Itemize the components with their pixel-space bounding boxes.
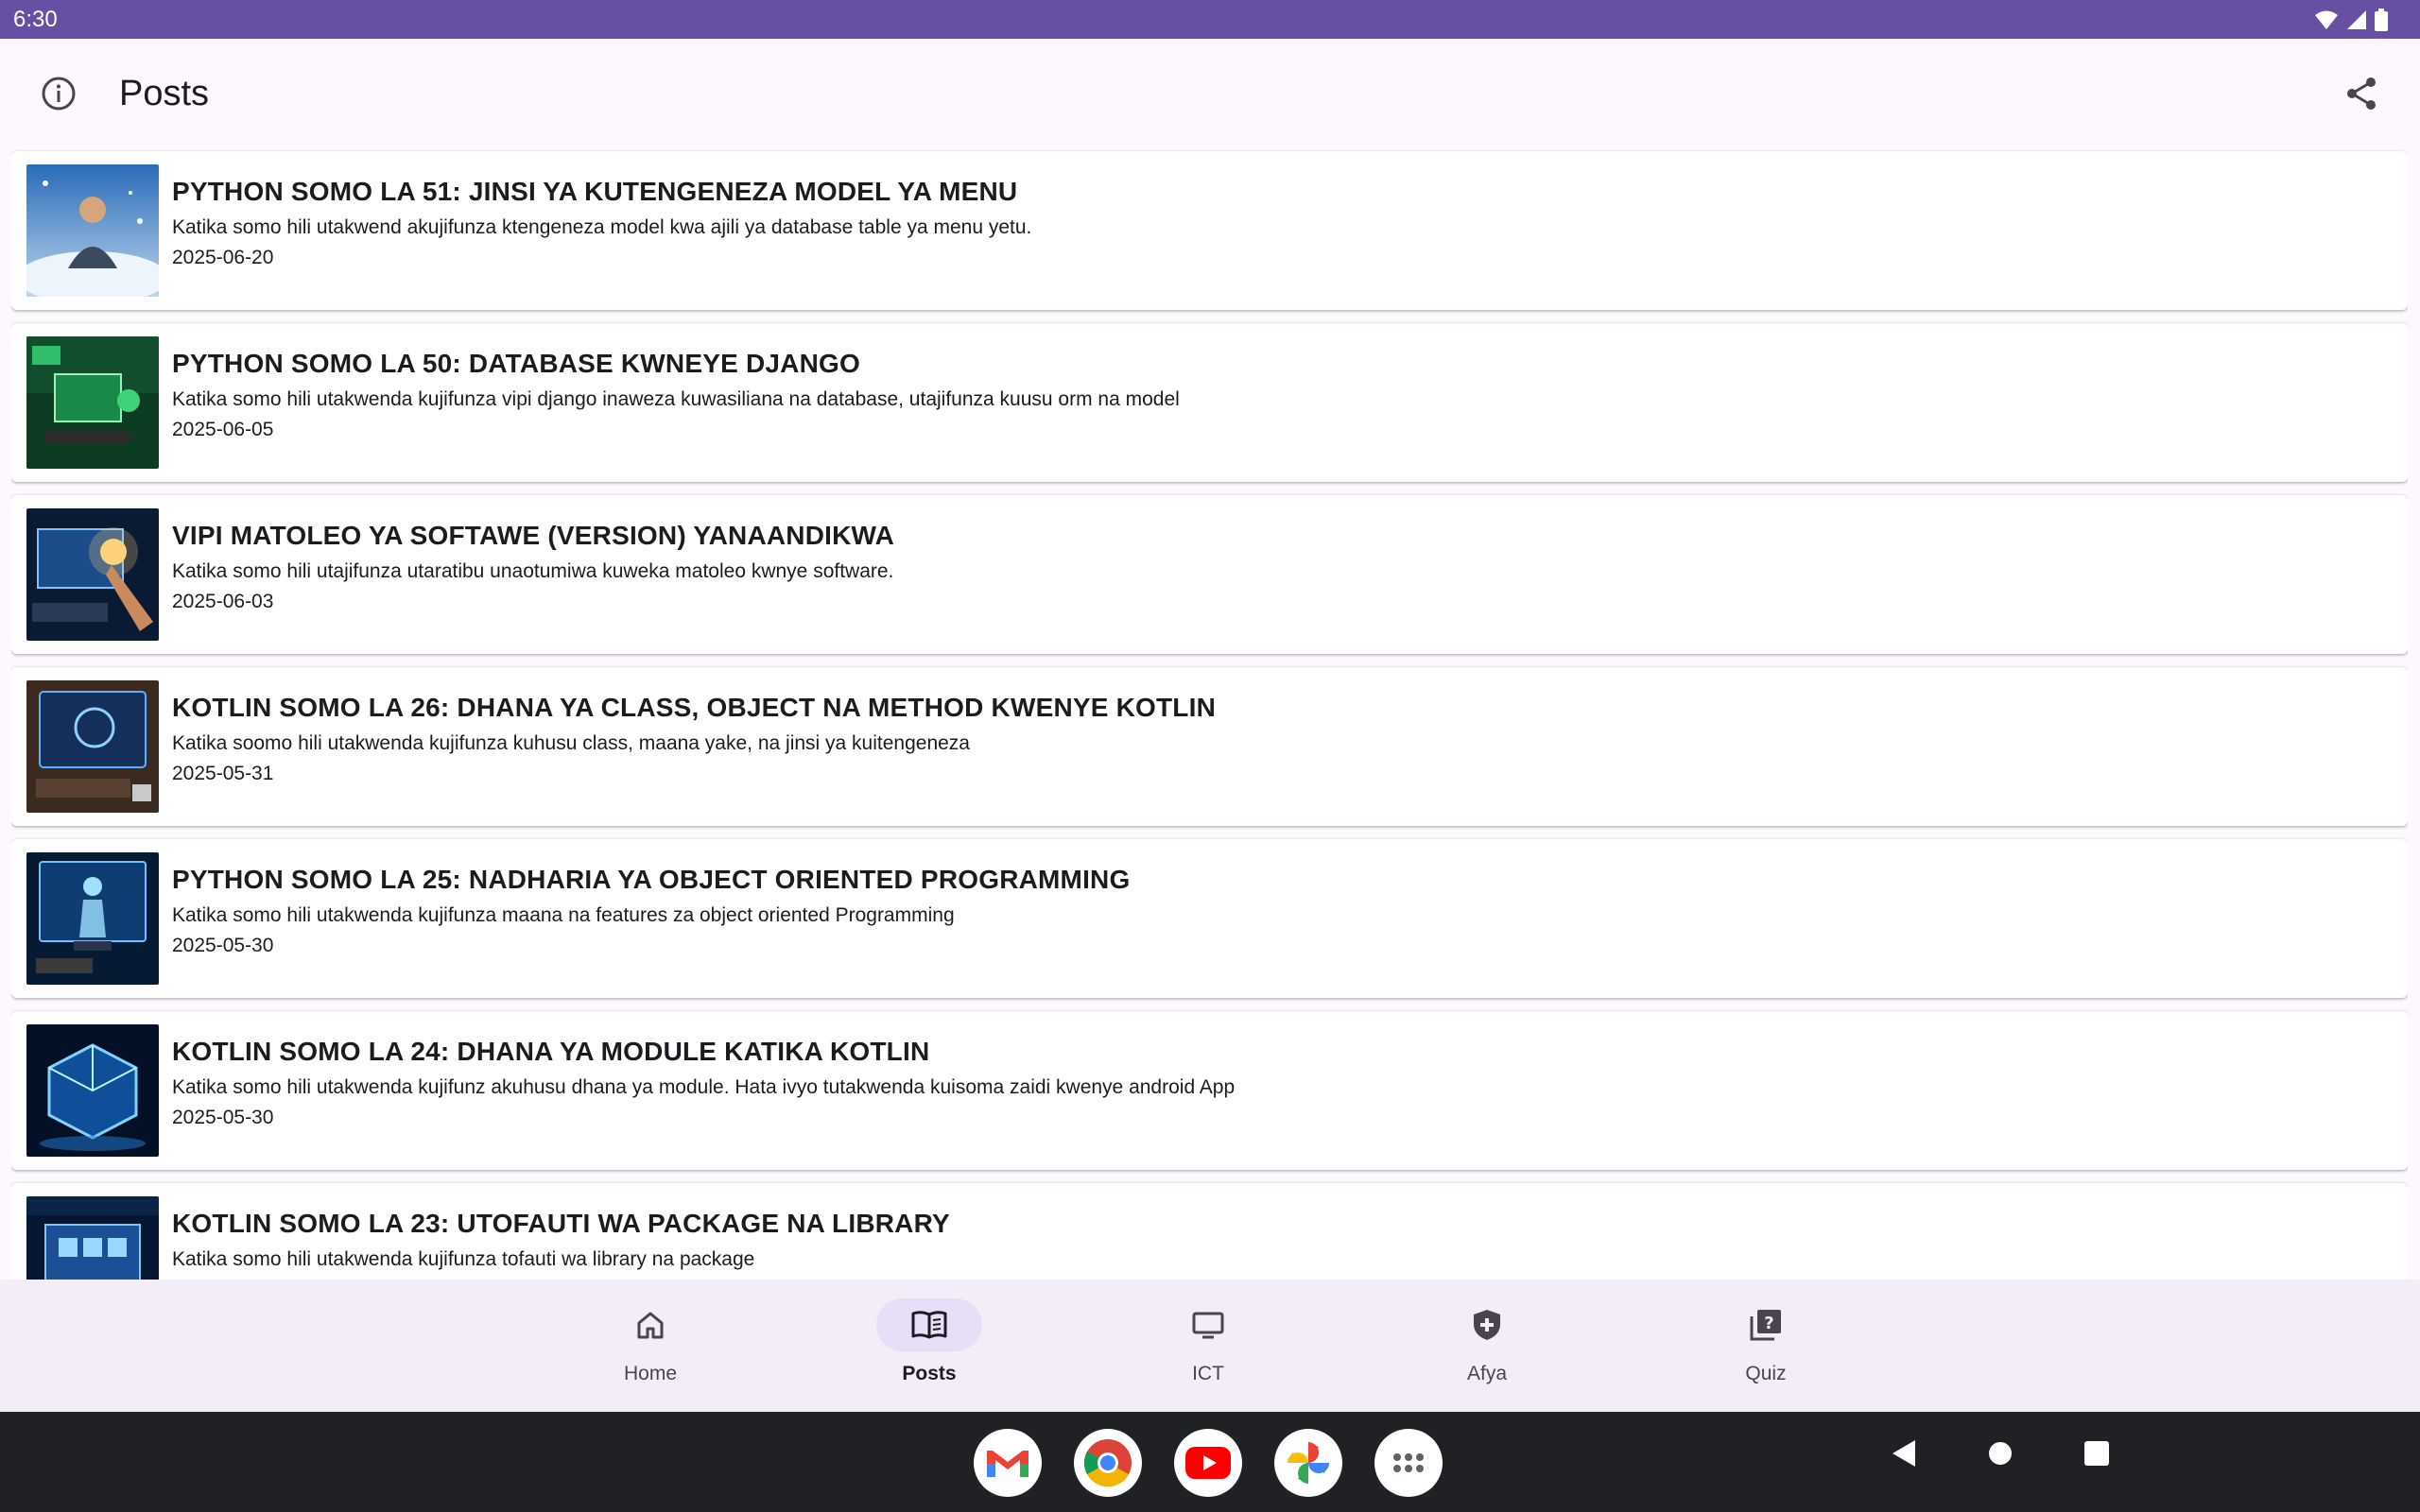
youtube-icon (1185, 1447, 1231, 1479)
info-icon (42, 77, 76, 111)
post-list[interactable]: PYTHON SOMO LA 51: JINSI YA KUTENGENEZA … (11, 149, 2408, 1280)
post-card[interactable]: KOTLIN SOMO LA 23: UTOFAUTI WA PACKAGE N… (11, 1183, 2408, 1280)
chrome-app[interactable] (1074, 1429, 1142, 1497)
post-card[interactable]: PYTHON SOMO LA 51: JINSI YA KUTENGENEZA … (11, 151, 2408, 310)
post-card[interactable]: KOTLIN SOMO LA 24: DHANA YA MODULE KATIK… (11, 1011, 2408, 1170)
nav-label: Posts (902, 1363, 957, 1384)
post-card[interactable]: PYTHON SOMO LA 25: NADHARIA YA OBJECT OR… (11, 839, 2408, 998)
chrome-icon (1083, 1439, 1132, 1487)
photos-icon (1288, 1442, 1329, 1484)
status-icons (2314, 8, 2407, 31)
nav-label: Quiz (1745, 1363, 1787, 1384)
system-keys (1891, 1438, 2110, 1469)
post-description: Katika somo hili utajifunza utaratibu un… (172, 560, 894, 582)
page-title: Posts (119, 73, 210, 113)
share-icon (2347, 77, 2376, 110)
moon-icon (2276, 78, 2291, 109)
status-time: 6:30 (13, 6, 58, 32)
youtube-app[interactable] (1174, 1429, 1242, 1497)
post-description: Katika somo hili utakwend akujifunza kte… (172, 216, 1032, 238)
nav-label: ICT (1192, 1363, 1224, 1384)
post-date: 2025-05-31 (172, 763, 274, 784)
home-circle-icon[interactable] (1987, 1440, 2014, 1467)
post-thumbnail (26, 508, 159, 641)
post-date: 2025-05-30 (172, 1107, 274, 1128)
book-icon (911, 1311, 947, 1339)
nav-item-ict[interactable]: ICT (1142, 1298, 1274, 1402)
recents-icon[interactable] (2083, 1440, 2110, 1467)
nav-item-home[interactable]: Home (584, 1298, 717, 1402)
post-date: 2025-06-05 (172, 419, 274, 440)
post-title: KOTLIN SOMO LA 23: UTOFAUTI WA PACKAGE N… (172, 1209, 950, 1238)
post-thumbnail (26, 336, 159, 469)
nav-item-afya[interactable]: Afya (1421, 1298, 1553, 1402)
app-drawer[interactable] (1374, 1429, 1443, 1497)
post-card[interactable]: KOTLIN SOMO LA 26: DHANA YA CLASS, OBJEC… (11, 667, 2408, 826)
battery-icon (2375, 8, 2388, 31)
post-thumbnail (26, 164, 159, 297)
post-description: Katika somo hili utakwenda kujifunz akuh… (172, 1076, 1236, 1098)
signal-icon (2347, 9, 2366, 29)
nav-item-quiz[interactable]: ? Quiz (1700, 1298, 1832, 1402)
post-title: PYTHON SOMO LA 25: NADHARIA YA OBJECT OR… (172, 865, 1131, 894)
post-description: Katika somo hili utakwenda kujifunza tof… (172, 1248, 755, 1270)
post-description: Katika somo hili utakwenda kujifunza vip… (172, 388, 1180, 410)
post-date: 2025-06-03 (172, 591, 274, 612)
nav-label: Home (623, 1363, 678, 1384)
dark-mode-button[interactable] (2256, 67, 2308, 120)
share-button[interactable] (2335, 67, 2388, 120)
app-grid-icon (1393, 1453, 1424, 1472)
info-button[interactable] (32, 67, 85, 120)
monitor-icon (1192, 1312, 1224, 1339)
post-description: Katika soomo hili utakwenda kujifunza ku… (172, 732, 970, 754)
nav-item-posts[interactable]: Posts (863, 1298, 995, 1402)
app-dock (974, 1429, 1443, 1497)
back-icon[interactable] (1891, 1438, 1917, 1469)
post-description: Katika somo hili utakwenda kujifunza maa… (172, 904, 955, 926)
post-title: KOTLIN SOMO LA 24: DHANA YA MODULE KATIK… (172, 1037, 930, 1066)
gmail-app[interactable] (974, 1429, 1042, 1497)
quiz-icon: ? (1750, 1310, 1781, 1341)
post-title: PYTHON SOMO LA 50: DATABASE KWNEYE DJANG… (172, 349, 860, 378)
post-card[interactable]: PYTHON SOMO LA 50: DATABASE KWNEYE DJANG… (11, 323, 2408, 482)
post-title: KOTLIN SOMO LA 26: DHANA YA CLASS, OBJEC… (172, 693, 1217, 722)
post-title: PYTHON SOMO LA 51: JINSI YA KUTENGENEZA … (172, 177, 1018, 206)
nav-label: Afya (1466, 1363, 1508, 1384)
post-date: 2025-06-20 (172, 247, 274, 268)
post-thumbnail (26, 1024, 159, 1157)
status-bar: 6:30 (0, 0, 2420, 39)
home-icon (637, 1312, 664, 1339)
post-thumbnail (26, 852, 159, 985)
system-navigation-bar (0, 1412, 2420, 1512)
gmail-icon (987, 1451, 1028, 1477)
post-thumbnail (26, 1196, 159, 1280)
bottom-navigation: Home Posts ICT Afya ? Quiz (0, 1280, 2420, 1412)
photos-app[interactable] (1274, 1429, 1342, 1497)
shield-plus-icon (1474, 1310, 1500, 1340)
post-thumbnail (26, 680, 159, 813)
post-card[interactable]: VIPI MATOLEO YA SOFTAWE (VERSION) YANAAN… (11, 495, 2408, 654)
wifi-icon (2315, 10, 2338, 29)
app-bar: Posts (0, 39, 2420, 148)
post-date: 2025-05-30 (172, 935, 274, 956)
post-title: VIPI MATOLEO YA SOFTAWE (VERSION) YANAAN… (172, 521, 895, 550)
svg-text:?: ? (1764, 1314, 1773, 1333)
